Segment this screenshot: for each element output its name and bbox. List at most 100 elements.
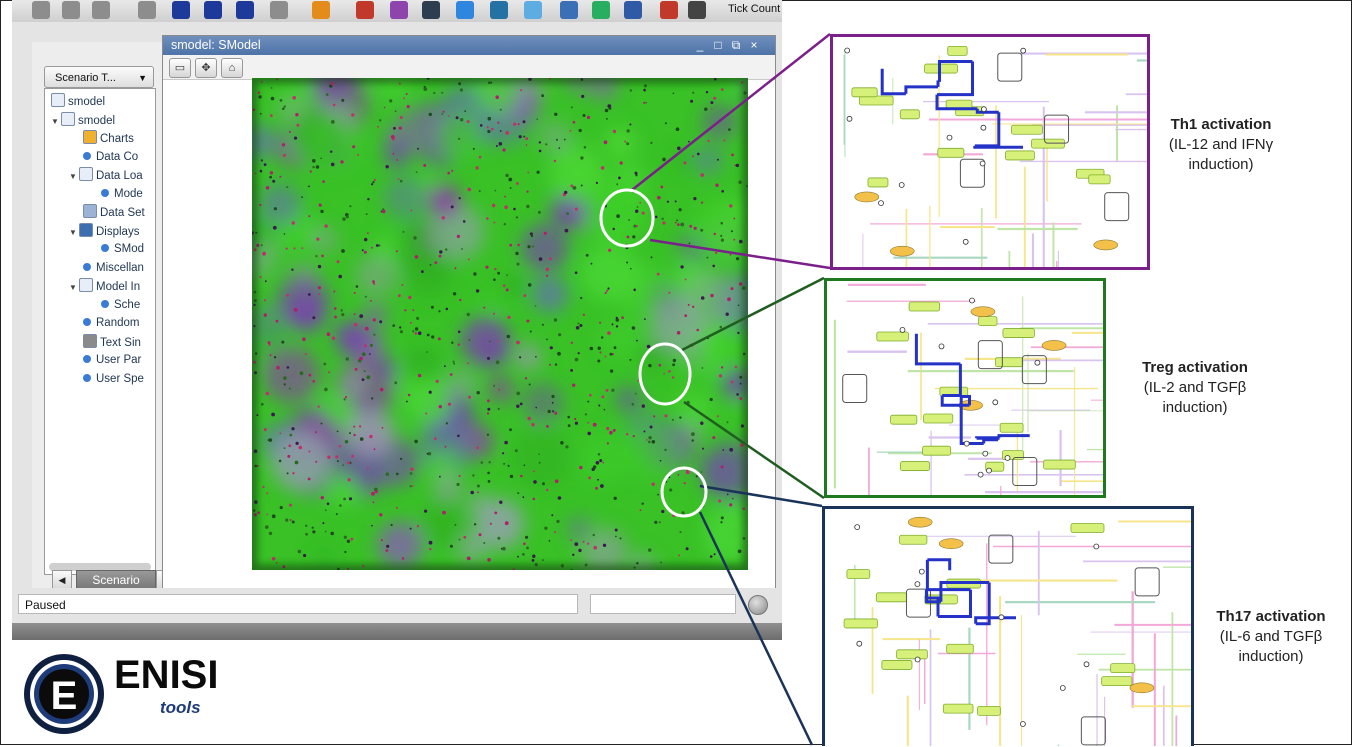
pathway-node (978, 316, 998, 326)
th17-connector-line-top (699, 484, 823, 508)
pathway-node (922, 445, 952, 456)
pathway-junction (1020, 47, 1027, 54)
th17-caption-line: induction) (1238, 648, 1304, 665)
enisi-logo-emblem: E (24, 654, 104, 734)
pathway-junction (986, 467, 992, 474)
pathway-complex (988, 534, 1014, 564)
pathway-junction (1004, 455, 1011, 461)
pathway-junction (982, 450, 989, 457)
pathway-complex (1134, 567, 1160, 597)
pathway-junction (1034, 359, 1041, 366)
pathway-ligand (1093, 239, 1119, 251)
pathway-junction (899, 327, 906, 333)
pathway-node (1011, 124, 1043, 135)
pathway-node (1005, 150, 1035, 161)
th1-connector-line-top (631, 33, 831, 191)
pathway-node (1002, 328, 1035, 338)
pathway-junction (1019, 721, 1026, 727)
logo-subtitle: tools (160, 698, 201, 717)
pathway-junction (1059, 685, 1066, 691)
pathway-node (896, 649, 928, 660)
pathway-node (875, 592, 908, 603)
pathway-complex (1080, 716, 1106, 746)
active-signal-path (975, 436, 999, 440)
pathway-ligand (907, 516, 933, 528)
pathway-junction (854, 524, 861, 531)
active-signal-path (936, 80, 940, 87)
pathway-node (881, 660, 913, 670)
treg-connector-line-top (681, 276, 825, 352)
pathway-ligand (938, 538, 964, 549)
pathway-junction (844, 47, 851, 54)
pathway-node (999, 422, 1024, 433)
th1-highlight-circle (599, 188, 655, 248)
pathway-junction (980, 106, 987, 113)
pathway-node (859, 95, 894, 106)
pathway-node (908, 301, 941, 312)
pathway-junction (946, 134, 953, 141)
pathway-junction (878, 200, 884, 207)
th17-caption-line: (IL-6 and TGFβ (1219, 628, 1323, 645)
pathway-node (899, 109, 920, 120)
pathway-junction (856, 640, 863, 647)
pathway-junction (918, 568, 925, 575)
pathway-node (876, 331, 909, 342)
pathway-junction (962, 238, 969, 245)
pathway-node (890, 414, 918, 425)
logo-name: ENISI (114, 653, 219, 697)
pathway-junction (914, 581, 921, 587)
pathway-node (995, 357, 1024, 368)
pathway-node (946, 643, 974, 654)
treg-caption-line: induction) (1162, 399, 1228, 416)
th17-pathway-diagram (843, 516, 1191, 746)
pathway-node (1070, 523, 1105, 533)
pathway-ligand (854, 191, 880, 203)
active-signal-path (914, 333, 961, 366)
pathway-junction (998, 614, 1005, 621)
active-signal-path (927, 558, 952, 571)
th1-pathway-panel (830, 34, 1150, 270)
th1-caption-line: (IL-12 and IFNγ (1168, 136, 1274, 153)
pathway-node (1031, 138, 1065, 149)
pathway-junction (898, 182, 905, 188)
pathway-node (942, 703, 974, 714)
pathway-junction (969, 297, 975, 304)
active-signal-path (880, 68, 906, 96)
pathway-ligand (1129, 682, 1155, 694)
pathway-junction (914, 656, 921, 663)
pathway-node (851, 87, 878, 98)
th1-pathway-diagram (843, 45, 1147, 267)
pathway-junction (980, 124, 987, 131)
pathway-node (923, 413, 954, 424)
pathway-node (1101, 676, 1133, 687)
treg-pathway-diagram (833, 283, 1103, 495)
pathway-node (1110, 663, 1136, 674)
active-signal-path (997, 434, 1030, 438)
pathway-junction (1093, 543, 1100, 550)
active-signal-path (982, 438, 999, 444)
pathway-node (900, 461, 931, 471)
pathway-node (867, 177, 889, 188)
th17-connector-line-bottom (698, 511, 814, 746)
pathway-junction (938, 343, 945, 350)
pathway-complex (997, 52, 1023, 82)
pathway-ligand (970, 306, 996, 317)
pathway-junction (979, 160, 986, 167)
th1-caption-line: induction) (1188, 156, 1254, 173)
pathway-junction (992, 399, 999, 406)
active-signal-path (973, 145, 1023, 149)
th1-caption: Th1 activation (IL-12 and IFNγ induction… (1146, 115, 1296, 175)
pathway-junction (963, 440, 970, 447)
pathway-node (1043, 459, 1076, 470)
pathway-junction (977, 471, 984, 478)
treg-caption-line: (IL-2 and TGFβ (1143, 379, 1247, 396)
pathway-node (899, 534, 928, 545)
pathway-ligand (1041, 340, 1067, 351)
treg-pathway-panel (824, 278, 1106, 498)
treg-caption: Treg activation (IL-2 and TGFβ induction… (1112, 358, 1278, 418)
pathway-complex (1104, 192, 1130, 222)
pathway-node (843, 618, 878, 629)
pathway-node (977, 705, 1001, 716)
pathway-junction (1083, 661, 1090, 668)
pathway-junction (846, 115, 853, 122)
